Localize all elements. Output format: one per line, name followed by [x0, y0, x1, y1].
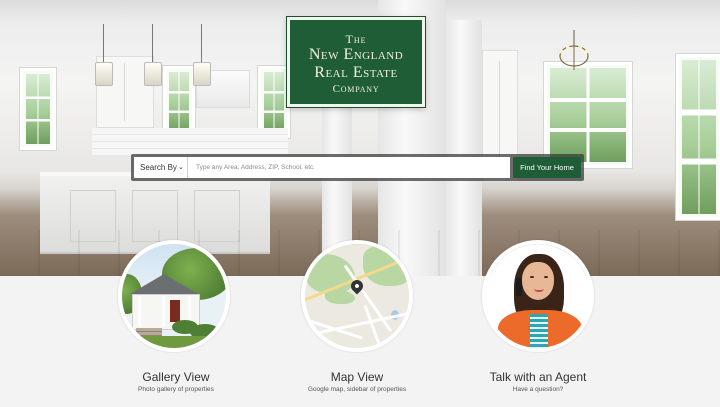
logo-line-real-estate: Real Estate [314, 64, 398, 81]
gallery-view-title[interactable]: Gallery View [96, 370, 256, 384]
pendant-light [95, 62, 113, 86]
pendant-cord [201, 24, 202, 62]
company-logo[interactable]: The New England Real Estate Company [287, 17, 425, 107]
search-by-label: Search By [140, 163, 177, 172]
map-thumbnail[interactable] [301, 240, 413, 352]
search-by-dropdown[interactable]: Search By ⌄ [134, 157, 188, 178]
pendant-cord [103, 24, 104, 62]
french-door [676, 54, 720, 220]
kitchen-window-left [20, 68, 56, 150]
pendant-light [144, 62, 162, 86]
map-view-subtitle: Google map, sidebar of properties [307, 386, 407, 393]
agent-subtitle: Have a question? [512, 386, 564, 393]
backsplash [92, 128, 288, 156]
logo-line-the: The [345, 32, 367, 46]
chevron-down-icon: ⌄ [178, 164, 184, 171]
logo-line-company: Company [332, 83, 380, 95]
dining-window [544, 62, 632, 168]
agent-title[interactable]: Talk with an Agent [458, 370, 618, 384]
gallery-view-subtitle: Photo gallery of properties [138, 386, 214, 393]
agent-photo[interactable] [482, 240, 594, 352]
search-bar: Search By ⌄ Find Your Home [131, 154, 584, 181]
house-photo[interactable] [118, 240, 230, 352]
map-view-title[interactable]: Map View [277, 370, 437, 384]
find-your-home-button[interactable]: Find Your Home [513, 157, 581, 178]
chandelier [559, 30, 589, 70]
pendant-cord [152, 24, 153, 62]
logo-line-new-england: New England [308, 46, 404, 63]
pendant-light [193, 62, 211, 86]
search-input[interactable] [188, 157, 510, 178]
